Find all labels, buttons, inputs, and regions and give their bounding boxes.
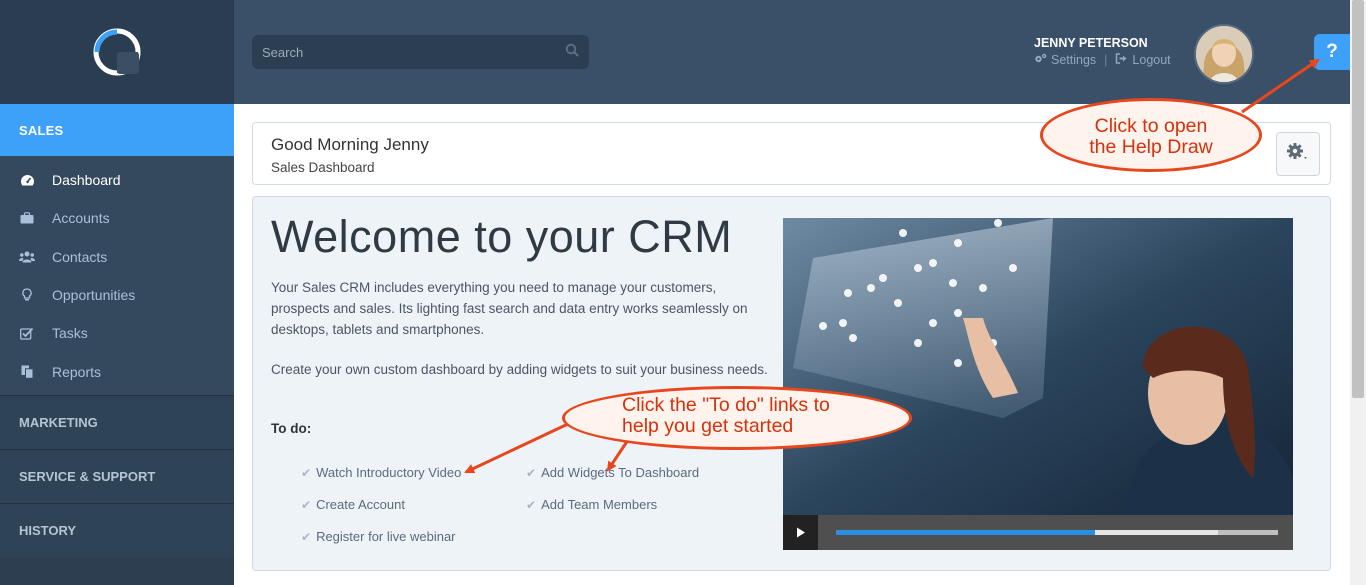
- checkbox-icon: [18, 324, 36, 342]
- logo-area: [0, 0, 234, 104]
- check-icon: ✔: [526, 497, 537, 512]
- settings-label: Settings: [1051, 53, 1097, 67]
- page-title: Good Morning Jenny: [271, 135, 429, 154]
- help-callout: Click to open the Help Draw: [1040, 98, 1262, 172]
- help-callout-line-2: the Help Draw: [1089, 136, 1213, 158]
- todo-label-text: Add Widgets To Dashboard: [541, 465, 700, 480]
- sidebar-item-reports[interactable]: Reports: [0, 352, 234, 390]
- lightbulb-icon: [18, 286, 36, 304]
- link-separator: |: [1104, 53, 1108, 67]
- check-icon: ✔: [301, 529, 312, 544]
- welcome-paragraph-1: Your Sales CRM includes everything you n…: [271, 280, 748, 337]
- sales-nav: Dashboard Accounts Contacts Opportunitie…: [0, 156, 234, 395]
- help-button[interactable]: ?: [1314, 34, 1350, 70]
- sidebar-item-dashboard[interactable]: Dashboard: [0, 161, 234, 199]
- user-links: Settings | Logout: [1034, 53, 1171, 67]
- logout-link[interactable]: Logout: [1115, 53, 1171, 67]
- gear-icon: [1286, 142, 1310, 167]
- dashboard-icon: [18, 171, 36, 189]
- todo-add-team-members[interactable]: ✔ Add Team Members: [526, 497, 657, 512]
- todo-register-webinar[interactable]: ✔ Register for live webinar: [301, 529, 456, 544]
- check-icon: ✔: [301, 465, 312, 480]
- users-icon: [18, 248, 36, 266]
- sidebar-item-label: Tasks: [52, 325, 88, 342]
- welcome-panel: Welcome to your CRM Your Sales CRM inclu…: [252, 196, 1331, 571]
- help-callout-line-1: Click to open: [1094, 115, 1208, 137]
- intro-video-player[interactable]: [783, 218, 1293, 550]
- search-icon[interactable]: [565, 43, 579, 62]
- check-icon: ✔: [526, 465, 537, 480]
- todo-create-account[interactable]: ✔ Create Account: [301, 497, 405, 512]
- sidebar-item-label: Contacts: [52, 248, 108, 265]
- section-history[interactable]: HISTORY: [0, 502, 234, 557]
- sidebar-item-accounts[interactable]: Accounts: [0, 199, 234, 237]
- todo-label-text: Create Account: [316, 497, 405, 512]
- sidebar-item-label: Reports: [52, 363, 102, 380]
- video-thumbnail: [783, 218, 1293, 515]
- scrollbar-thumb[interactable]: [1352, 0, 1364, 398]
- todo-label-text: Register for live webinar: [316, 529, 456, 544]
- sidebar-item-tasks[interactable]: Tasks: [0, 314, 234, 352]
- check-icon: ✔: [301, 497, 312, 512]
- welcome-title: Welcome to your CRM: [271, 211, 733, 262]
- page-subtitle: Sales Dashboard: [271, 160, 375, 175]
- todo-callout-line-2: help you get started: [622, 415, 794, 437]
- video-controls: [783, 515, 1293, 550]
- section-marketing[interactable]: MARKETING: [0, 394, 234, 449]
- todo-watch-video[interactable]: ✔ Watch Introductory Video: [301, 465, 461, 480]
- sidebar-item-label: Opportunities: [52, 287, 136, 304]
- section-service-support[interactable]: SERVICE & SUPPORT: [0, 448, 234, 503]
- search-box: [252, 35, 589, 69]
- todo-callout-line-1: Click the "To do" links to: [622, 394, 830, 416]
- logo[interactable]: [91, 26, 143, 78]
- todo-add-widgets[interactable]: ✔ Add Widgets To Dashboard: [526, 465, 699, 480]
- play-button[interactable]: [783, 515, 818, 550]
- gears-icon: [1034, 53, 1047, 67]
- sidebar: SALES Dashboard Accounts Contacts Opport…: [0, 0, 234, 585]
- play-icon: [796, 527, 805, 538]
- video-progress-fill: [836, 530, 1095, 535]
- sign-out-icon: [1115, 53, 1128, 67]
- logout-label: Logout: [1132, 53, 1171, 67]
- search-input[interactable]: [262, 44, 565, 60]
- sidebar-item-contacts[interactable]: Contacts: [0, 238, 234, 276]
- avatar[interactable]: [1194, 24, 1254, 84]
- section-sales[interactable]: SALES: [0, 104, 234, 156]
- todo-label: To do:: [271, 421, 312, 436]
- scrollbar[interactable]: [1350, 0, 1366, 585]
- user-name: JENNY PETERSON: [1034, 36, 1148, 50]
- welcome-paragraph-2: Create your own custom dashboard by addi…: [271, 362, 768, 377]
- dashboard-settings-button[interactable]: [1276, 132, 1320, 176]
- todo-callout: Click the "To do" links to help you get …: [562, 386, 912, 450]
- sidebar-item-label: Accounts: [52, 210, 110, 227]
- top-header: JENNY PETERSON Settings | Logout ?: [234, 0, 1350, 104]
- sidebar-item-opportunities[interactable]: Opportunities: [0, 276, 234, 314]
- video-progress-bar[interactable]: [836, 530, 1278, 535]
- todo-label-text: Watch Introductory Video: [316, 465, 462, 480]
- todo-label-text: Add Team Members: [541, 497, 658, 512]
- sidebar-item-label: Dashboard: [52, 172, 121, 189]
- briefcase-icon: [18, 209, 36, 227]
- copy-icon: [18, 363, 36, 381]
- settings-link[interactable]: Settings: [1034, 53, 1096, 67]
